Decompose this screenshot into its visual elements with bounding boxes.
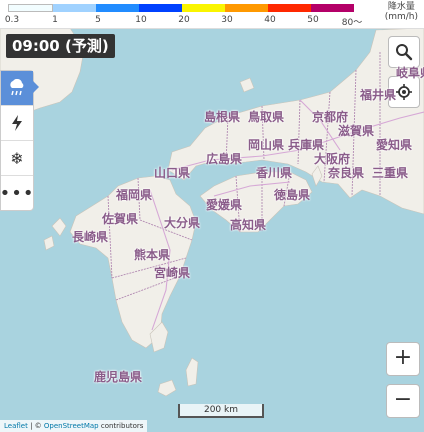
legend-tick: 80～	[341, 18, 363, 28]
base-map[interactable]	[0, 0, 424, 432]
search-icon	[396, 44, 413, 61]
prefecture-label: 滋賀県	[338, 124, 375, 138]
legend-tick: 0.3	[4, 15, 20, 25]
prefecture-label: 長崎県	[72, 230, 109, 244]
prefecture-label: 鳥取県	[248, 110, 285, 124]
legend-swatch	[8, 4, 53, 12]
layer-lightning-button[interactable]	[1, 106, 33, 141]
legend-tick: 1	[52, 15, 58, 25]
legend-tick: 40	[264, 15, 276, 25]
rain-cloud-icon	[10, 79, 24, 96]
prefecture-label: 福井県	[360, 88, 397, 102]
zoom-in-button[interactable]: +	[386, 342, 420, 376]
layer-rain-button[interactable]	[1, 71, 33, 106]
prefecture-label: 佐賀県	[102, 212, 139, 226]
more-icon: •••	[0, 182, 35, 204]
prefecture-label: 徳島県	[274, 188, 311, 202]
legend-tick: 50	[307, 15, 319, 25]
legend-swatch	[268, 4, 311, 12]
prefecture-label: 宮崎県	[154, 266, 191, 280]
layer-selector: ❄ •••	[0, 70, 34, 211]
active-layer-indicator	[32, 80, 39, 94]
prefecture-label: 島根県	[204, 110, 241, 124]
prefecture-label: 愛媛県	[206, 198, 243, 212]
prefecture-label: 山口県	[154, 166, 191, 180]
legend-tick: 30	[221, 15, 233, 25]
scale-bar: 200 km	[178, 404, 264, 418]
osm-link[interactable]: OpenStreetMap	[44, 422, 99, 430]
prefecture-label: 岡山県	[248, 138, 285, 152]
prefecture-label: 大分県	[164, 216, 201, 230]
prefecture-label: 高知県	[230, 218, 267, 232]
legend-swatch	[139, 4, 182, 12]
legend-unit: 降水量 (mm/h)	[385, 2, 418, 22]
legend-swatch	[311, 4, 354, 12]
attribution-separator: | ©	[27, 422, 44, 430]
legend-unit-label: 降水量	[387, 2, 415, 12]
legend-swatch	[182, 4, 225, 12]
map-attribution: Leaflet | © OpenStreetMap contributors	[0, 420, 148, 432]
legend-swatch	[225, 4, 268, 12]
layer-more-button[interactable]: •••	[0, 176, 35, 210]
precipitation-legend: 0.3 1 5 10 20 30 40 50 80～ 降水量 (mm/h)	[0, 0, 424, 29]
prefecture-label: 三重県	[372, 166, 409, 180]
legend-tick: 20	[178, 15, 190, 25]
legend-swatch	[53, 4, 96, 12]
legend-swatch	[96, 4, 139, 12]
locate-icon	[396, 84, 412, 100]
prefecture-label: 岐阜県	[396, 66, 424, 80]
prefecture-label: 鹿児島県	[94, 370, 143, 384]
prefecture-label: 広島県	[206, 152, 243, 166]
legend-unit-value: (mm/h)	[384, 12, 418, 22]
attribution-contributors: contributors	[98, 422, 144, 430]
prefecture-label: 香川県	[256, 166, 293, 180]
forecast-time-label: 09:00 (予測)	[6, 34, 115, 58]
prefecture-label: 奈良県	[328, 166, 365, 180]
leaflet-link[interactable]: Leaflet	[4, 422, 28, 430]
layer-snow-button[interactable]: ❄	[1, 141, 33, 176]
prefecture-label: 熊本県	[134, 248, 171, 262]
prefecture-label: 福岡県	[116, 188, 153, 202]
zoom-out-button[interactable]: −	[386, 384, 420, 418]
lightning-icon	[12, 115, 22, 131]
legend-tick: 5	[95, 15, 101, 25]
snowflake-icon: ❄	[10, 148, 24, 168]
prefecture-label: 愛知県	[376, 138, 413, 152]
legend-tick: 10	[135, 15, 147, 25]
